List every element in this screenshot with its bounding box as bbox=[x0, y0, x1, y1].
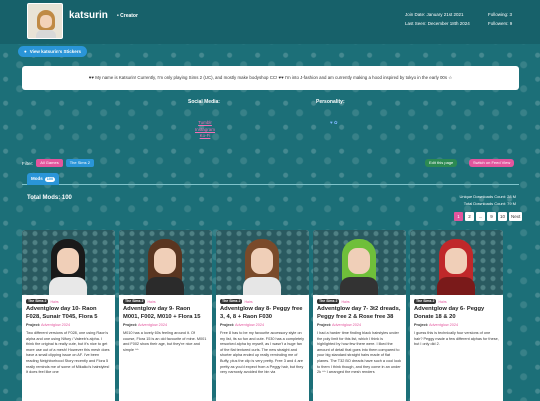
category-tag[interactable]: Hairs bbox=[50, 300, 58, 304]
last-seen: Last Seen: December 18th 2024 bbox=[405, 21, 470, 26]
game-tag[interactable]: The Sims 2 bbox=[220, 299, 243, 304]
mod-thumbnail[interactable] bbox=[410, 230, 503, 295]
mod-description: I had a harder time finding black hairst… bbox=[317, 331, 402, 375]
page-next[interactable]: Next bbox=[509, 212, 523, 221]
mod-title[interactable]: Adventglow day 8- Peggy free 3, 4, 8 + R… bbox=[220, 306, 305, 321]
download-stats: Unique Downloads Count: 28 M Total Downl… bbox=[421, 193, 516, 207]
mod-description: Free 8 has to be my favourite accessory … bbox=[220, 331, 304, 375]
mod-card[interactable]: The Sims 2 Hairs Adventglow day 8- Peggy f… bbox=[216, 230, 309, 401]
edit-page-button[interactable]: Edit this page bbox=[425, 159, 458, 167]
mod-description: M010 has a lovely 60s feeling around it.… bbox=[123, 331, 207, 352]
category-tag[interactable]: Hairs bbox=[244, 300, 252, 304]
view-stickers-button[interactable]: ● View katsurin's Stickers bbox=[18, 46, 87, 57]
mod-project: Project: Adventglow 2024 bbox=[123, 323, 168, 327]
feed-view-button[interactable]: Switch on Feed View bbox=[469, 159, 515, 167]
total-mods: Total Mods: 100 bbox=[27, 195, 72, 201]
page-9[interactable]: 9 bbox=[487, 212, 496, 221]
filter-all-games[interactable]: All Games bbox=[36, 159, 63, 167]
game-tag[interactable]: The Sims 2 bbox=[317, 299, 340, 304]
profile-header: katsurin • Creator Join Date: January 21… bbox=[0, 0, 540, 44]
pagination: 1 2 ... 9 10 Next bbox=[454, 212, 523, 221]
page-10[interactable]: 10 bbox=[498, 212, 508, 221]
tab-bar: Mods 100 bbox=[22, 172, 519, 185]
avatar[interactable] bbox=[27, 3, 63, 39]
join-date: Join Date: January 21st 2021 bbox=[405, 12, 464, 17]
mod-project: Project: Adventglow 2024 bbox=[26, 323, 71, 327]
category-tag[interactable]: Hairs bbox=[147, 300, 155, 304]
project-link[interactable]: Adventglow 2024 bbox=[429, 323, 458, 327]
mod-card[interactable]: The Sims 2 Hairs Adventglow day 7- 3t2 dre… bbox=[313, 230, 406, 401]
sticker-icon: ● bbox=[24, 49, 27, 54]
mod-card[interactable]: The Sims 2 Hairs Adventglow day 10- Raon F… bbox=[22, 230, 115, 401]
mod-title[interactable]: Adventglow day 10- Raon F028, Sunair T04… bbox=[26, 306, 111, 321]
mod-card[interactable]: The Sims 2 Hairs Adventglow day 9- Raon M0… bbox=[119, 230, 212, 401]
mod-thumbnail[interactable] bbox=[313, 230, 406, 295]
mods-count-badge: 100 bbox=[44, 177, 56, 182]
following-count[interactable]: Following: 3 bbox=[488, 10, 512, 19]
game-tag[interactable]: The Sims 2 bbox=[123, 299, 146, 304]
user-role: • Creator bbox=[117, 13, 138, 19]
project-link[interactable]: Adventglow 2024 bbox=[235, 323, 264, 327]
mod-project: Project: Adventglow 2024 bbox=[220, 323, 265, 327]
tab-mods[interactable]: Mods 100 bbox=[27, 173, 60, 185]
project-link[interactable]: Adventglow 2024 bbox=[138, 323, 167, 327]
mod-title[interactable]: Adventglow day 7- 3t2 dreads, Peggy free… bbox=[317, 306, 402, 321]
page-ellipsis: ... bbox=[476, 212, 485, 221]
followers-count[interactable]: Followers: 9 bbox=[488, 19, 512, 28]
filter-label: Filter: bbox=[22, 160, 34, 166]
social-links: Tumblr Instagram Ko-Fi bbox=[195, 120, 215, 140]
page-1[interactable]: 1 bbox=[454, 212, 463, 221]
total-downloads: Total Downloads Count: 79 M bbox=[463, 201, 516, 206]
mod-thumbnail[interactable] bbox=[22, 230, 115, 295]
bio-box: ♥♥ My name is Katsurin! Currently, I'm o… bbox=[22, 66, 519, 90]
mod-thumbnail[interactable] bbox=[216, 230, 309, 295]
filter-sims2[interactable]: The Sims 2 bbox=[65, 159, 94, 167]
mod-project: Project: Adventglow 2024 bbox=[414, 323, 459, 327]
game-tag[interactable]: The Sims 2 bbox=[414, 299, 437, 304]
category-tag[interactable]: Hairs bbox=[438, 300, 446, 304]
game-tag[interactable]: The Sims 2 bbox=[26, 299, 49, 304]
mod-title[interactable]: Adventglow day 6- Peggy Donate 18 & 20 bbox=[414, 306, 499, 321]
personality-value: ♥ ✿ bbox=[330, 120, 338, 125]
category-tag[interactable]: Hairs bbox=[341, 300, 349, 304]
project-link[interactable]: Adventglow 2024 bbox=[332, 323, 361, 327]
mod-description: I guess this is technically four version… bbox=[414, 331, 499, 347]
unique-downloads: Unique Downloads Count: 28 M bbox=[459, 194, 516, 199]
profile-meta: Join Date: January 21st 2021 Last Seen: … bbox=[405, 10, 470, 28]
page-2[interactable]: 2 bbox=[465, 212, 474, 221]
kofi-link[interactable]: Ko-Fi bbox=[195, 133, 215, 140]
mod-thumbnail[interactable] bbox=[119, 230, 212, 295]
project-link[interactable]: Adventglow 2024 bbox=[41, 323, 70, 327]
follow-stats: Following: 3 Followers: 9 bbox=[488, 10, 512, 28]
social-media-heading: Social Media: bbox=[188, 99, 220, 105]
mod-card[interactable]: The Sims 2 Hairs Adventglow day 6- Peggy D… bbox=[410, 230, 503, 401]
mod-project: Project: Adventglow 2024 bbox=[317, 323, 362, 327]
mod-description: Two different versions of F028, one usin… bbox=[26, 331, 110, 375]
username: katsurin bbox=[69, 10, 108, 21]
game-filter: Filter: All Games The Sims 2 bbox=[22, 159, 94, 167]
personality-heading: Personality: bbox=[316, 99, 345, 105]
mod-title[interactable]: Adventglow day 9- Raon M001, F002, M010 … bbox=[123, 306, 208, 321]
